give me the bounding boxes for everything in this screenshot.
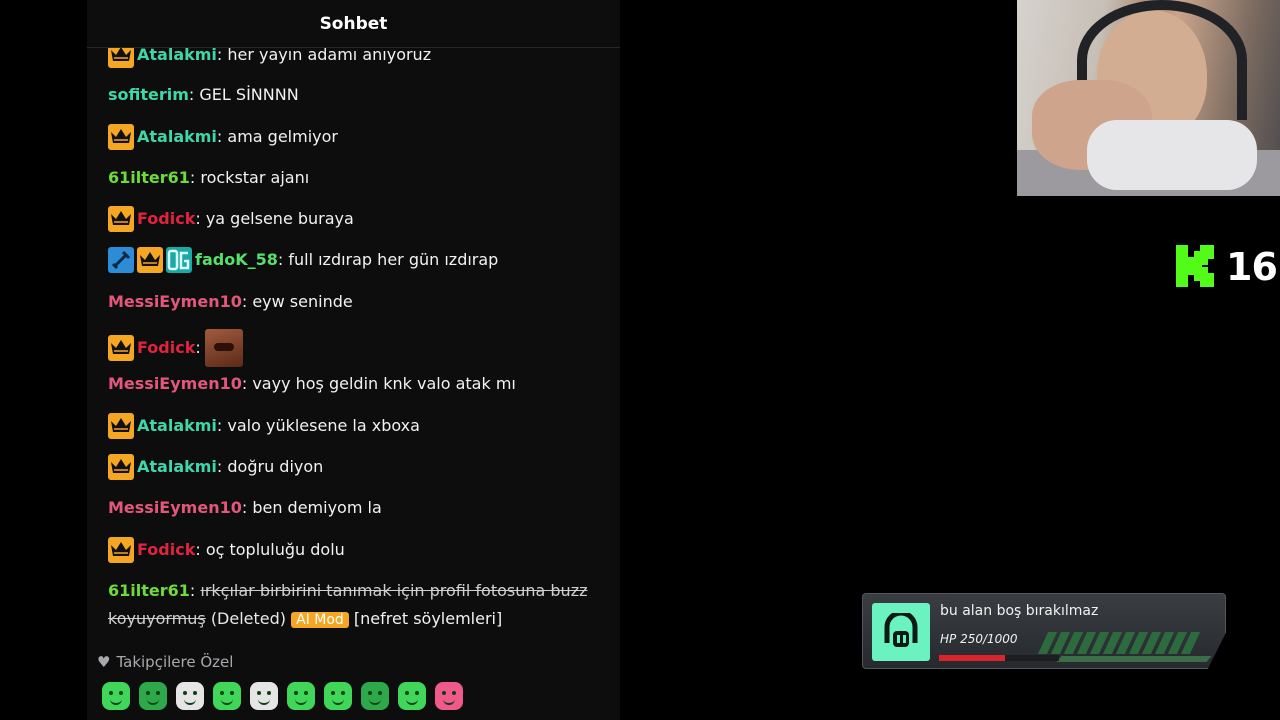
crown-badge-icon: [137, 247, 163, 273]
chat-message-text: : her yayın adamı anıyoruz: [216, 48, 432, 64]
og-badge-icon: [166, 247, 192, 273]
chat-message-list[interactable]: Atalakmi : her yayın adamı anıyoruz sofi…: [87, 48, 620, 638]
heart-eyes-emote-icon[interactable]: [435, 682, 463, 710]
chat-header: Sohbet: [87, 0, 620, 48]
chat-username[interactable]: Fodick: [137, 205, 195, 233]
chat-username[interactable]: 61ilter61: [108, 164, 190, 192]
crown-badge-icon: [108, 206, 134, 232]
followers-only-notice: ♥ Takipçilere Özel: [97, 653, 233, 671]
deleted-label: (Deleted): [210, 609, 287, 628]
hp-stripes-decoration: [1037, 632, 1220, 654]
chat-message: 61ilter61 : rockstar ajanı: [108, 164, 594, 192]
hp-bar-fill: [939, 655, 1005, 661]
chat-username[interactable]: Atalakmi: [137, 412, 217, 440]
angry-face-emote-icon[interactable]: [139, 682, 167, 710]
chat-username[interactable]: MessiEymen10: [108, 288, 242, 316]
hp-bar: [939, 655, 1059, 661]
chat-message-text: :: [195, 338, 201, 357]
crown-badge-icon: [108, 48, 134, 68]
grin-emote-icon[interactable]: [287, 682, 315, 710]
chat-message: MessiEymen10 : vayy hoş geldin knk valo …: [108, 370, 594, 398]
chat-message: Atalakmi : valo yüklesene la xboxa: [108, 412, 594, 440]
crown-badge-icon: [108, 335, 134, 361]
chat-message-text: : ama gelmiyor: [216, 127, 338, 146]
chat-username[interactable]: MessiEymen10: [108, 370, 242, 398]
chat-username[interactable]: 61ilter61: [108, 581, 190, 600]
chat-message: sofiterim : GEL SİNNNN: [108, 81, 594, 109]
chat-message-text: : GEL SİNNNN: [188, 85, 299, 104]
hp-label: HP 250/1000: [940, 632, 1018, 646]
crown-badge-icon: [108, 537, 134, 563]
crown-badge-icon: [108, 413, 134, 439]
chat-message-text: : full ızdırap her gün ızdırap: [277, 250, 499, 269]
chat-message-text: :: [189, 581, 201, 600]
chat-message-text: : oç topluluğu dolu: [195, 540, 345, 559]
ai-mod-tag: AI Mod: [291, 612, 349, 628]
chat-message: MessiEymen10 : ben demiyom la: [108, 494, 594, 522]
chat-username[interactable]: MessiEymen10: [108, 494, 242, 522]
chat-username[interactable]: fadoK_58: [195, 246, 278, 274]
chat-message-text: : valo yüklesene la xboxa: [216, 416, 420, 435]
hp-widget: bu alan boş bırakılmaz HP 250/1000: [862, 593, 1226, 669]
chat-username[interactable]: Fodick: [137, 334, 195, 362]
chat-message-deleted: 61ilter61: ırkçılar birbirini tanımak iç…: [108, 577, 594, 634]
chat-message: Atalakmi : her yayın adamı anıyoruz: [108, 48, 594, 69]
chat-username[interactable]: Atalakmi: [137, 48, 217, 69]
chat-message-text: : vayy hoş geldin knk valo atak mı: [241, 374, 516, 393]
tongue-emote-icon[interactable]: [398, 682, 426, 710]
chat-message: Fodick :: [108, 329, 594, 367]
chat-message: fadoK_58 : full ızdırap her gün ızdırap: [108, 246, 594, 274]
headset-emote-icon[interactable]: [250, 682, 278, 710]
hp-widget-title: bu alan boş bırakılmaz: [940, 603, 1099, 619]
chat-message-text: : ya gelsene buraya: [195, 209, 354, 228]
frog-emote-icon[interactable]: [361, 682, 389, 710]
stream-view: Sohbet Atalakmi : her yayın adamı anıyor…: [0, 0, 1280, 720]
chat-message-text: : ben demiyom la: [241, 498, 382, 517]
chat-message-text: : rockstar ajanı: [189, 168, 310, 187]
hp-shelf-decoration: [1056, 656, 1212, 662]
clown-emote-icon[interactable]: [176, 682, 204, 710]
webcam-feed: [1017, 0, 1280, 196]
smile-emote-icon[interactable]: [213, 682, 241, 710]
k16-number: 16: [1226, 245, 1278, 289]
chat-message: Fodick : oç topluluğu dolu: [108, 536, 594, 564]
chat-username[interactable]: Atalakmi: [137, 453, 217, 481]
moderation-reason: [nefret söylemleri]: [353, 609, 503, 628]
chat-username[interactable]: Fodick: [137, 536, 195, 564]
chat-message-text: : doğru diyon: [216, 457, 324, 476]
chat-message: Atalakmi : ama gelmiyor: [108, 123, 594, 151]
green-face-emote-icon[interactable]: [102, 682, 130, 710]
chat-panel: Sohbet Atalakmi : her yayın adamı anıyor…: [87, 0, 620, 720]
chat-title: Sohbet: [319, 13, 388, 34]
chat-message-text: : eyw seninde: [241, 292, 353, 311]
chat-message: Fodick : ya gelsene buraya: [108, 205, 594, 233]
mustache-emote-icon[interactable]: [204, 329, 243, 367]
crown-badge-icon: [108, 454, 134, 480]
crown-badge-icon: [108, 124, 134, 150]
happy-emote-icon[interactable]: [324, 682, 352, 710]
chat-message: Atalakmi : doğru diyon: [108, 453, 594, 481]
chat-message: MessiEymen10 : eyw seninde: [108, 288, 594, 316]
kick-logo-icon: [1176, 245, 1214, 287]
chat-username[interactable]: sofiterim: [108, 81, 189, 109]
moderator-sword-badge-icon: [108, 247, 134, 273]
chat-username[interactable]: Atalakmi: [137, 123, 217, 151]
controller-icon: [872, 603, 930, 661]
emote-bar: [102, 682, 463, 710]
followers-only-label: Takipçilere Özel: [116, 653, 234, 671]
heart-icon: ♥: [97, 653, 111, 671]
